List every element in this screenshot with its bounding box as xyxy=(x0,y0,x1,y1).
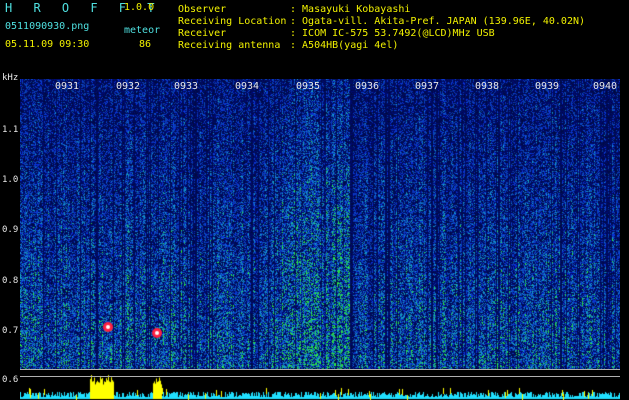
file-name: 0511090930.png xyxy=(5,21,90,32)
time-tick-label: 0931 xyxy=(55,81,80,92)
antenna-label: Receiving antenna xyxy=(178,40,281,51)
meteor-count: 86 xyxy=(139,39,152,50)
observer-label: Observer xyxy=(178,4,227,15)
time-tick-label: 0939 xyxy=(535,81,560,92)
freq-tick-label: 1.1 xyxy=(2,125,19,135)
spectrogram-canvas xyxy=(20,79,620,400)
receiver-label: Receiver xyxy=(178,28,227,39)
time-tick-label: 0937 xyxy=(415,81,440,92)
receiver-value: : ICOM IC-575 53.7492(@LCD)MHz USB xyxy=(290,28,495,39)
trace-divider-line xyxy=(20,376,620,377)
meteor-label: meteor xyxy=(124,25,161,36)
observer-value: : Masayuki Kobayashi xyxy=(290,4,411,15)
freq-tick-label: 0.7 xyxy=(2,326,19,336)
freq-tick-label: 0.8 xyxy=(2,276,19,286)
date-time: 05.11.09 09:30 xyxy=(5,39,90,50)
app-version: 1.0.0 xyxy=(124,2,155,13)
time-tick-label: 0940 xyxy=(593,81,618,92)
location-label: Receiving Location xyxy=(178,16,287,27)
freq-tick-label: 0.6 xyxy=(2,375,19,385)
time-tick-label: 0935 xyxy=(296,81,321,92)
time-tick-label: 0934 xyxy=(235,81,260,92)
time-tick-label: 0938 xyxy=(475,81,500,92)
time-tick-label: 0936 xyxy=(355,81,380,92)
trace-divider-line xyxy=(20,369,620,370)
freq-unit-label: kHz xyxy=(2,73,19,83)
freq-tick-label: 0.9 xyxy=(2,225,19,235)
antenna-value: : A504HB(yagi 4el) xyxy=(290,40,399,51)
hrofft-window: H R O F F T 1.0.0 0511090930.png meteor … xyxy=(0,0,629,400)
location-value: : Ogata-vill. Akita-Pref. JAPAN (139.96E… xyxy=(290,16,586,27)
spectrogram-panel xyxy=(20,79,620,400)
time-tick-label: 0932 xyxy=(116,81,141,92)
time-tick-label: 0933 xyxy=(174,81,199,92)
freq-tick-label: 1.0 xyxy=(2,175,19,185)
